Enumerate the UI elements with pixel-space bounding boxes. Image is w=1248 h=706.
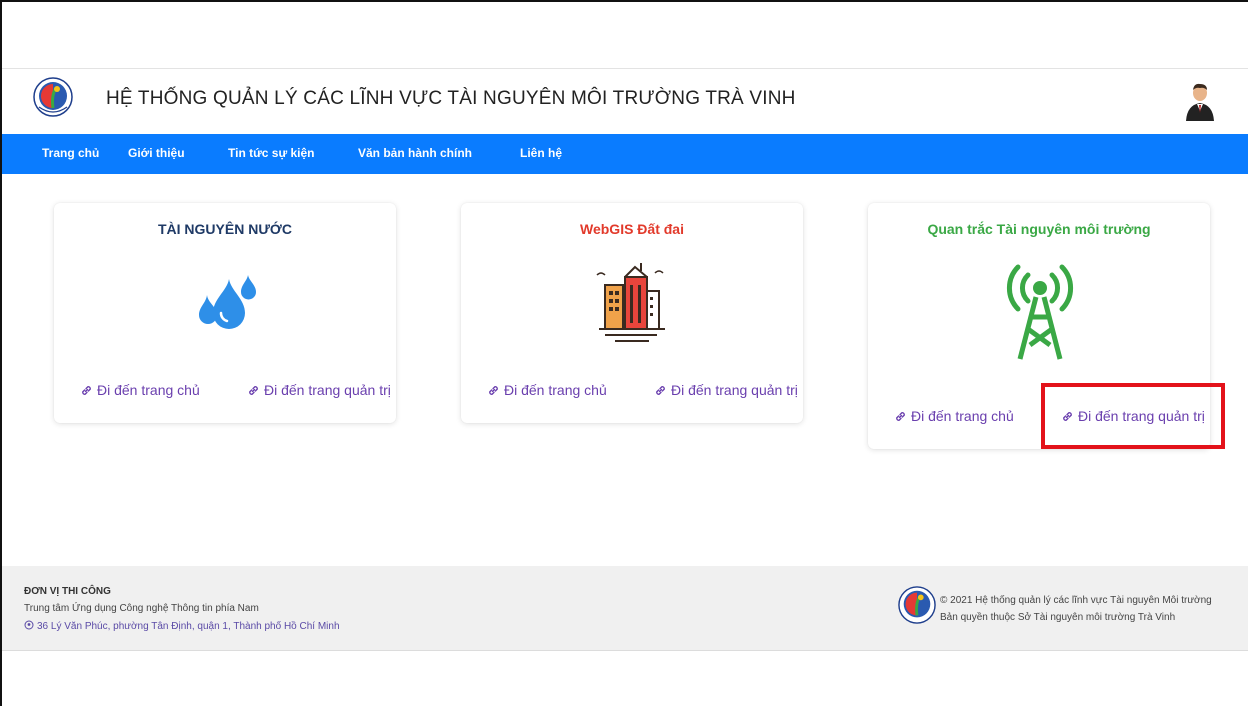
card-title-webgis: WebGIS Đất đai [580, 221, 684, 237]
card-title-water: TÀI NGUYÊN NƯỚC [157, 221, 292, 237]
highlight-box [1041, 383, 1225, 449]
footer-copyright: © 2021 Hệ thống quản lý các lĩnh vực Tài… [940, 595, 1212, 606]
link-icon [249, 386, 258, 395]
card-webgis-home-link[interactable]: Đi đến trang chủ [487, 382, 607, 398]
nav-item-home[interactable]: Trang chủ [42, 146, 99, 160]
footer-owner: Bản quyền thuộc Sở Tài nguyên môi trường… [940, 612, 1176, 623]
footer-address: 36 Lý Văn Phúc, phường Tân Định, quận 1,… [24, 620, 340, 632]
signal-tower-icon [1006, 264, 1074, 360]
link-icon [896, 412, 905, 421]
link-icon [82, 386, 91, 395]
card-webgis-admin-link[interactable]: Đi đến trang quản trị [654, 382, 798, 398]
nav-item-contact[interactable]: Liên hệ [520, 146, 562, 160]
nav-item-news[interactable]: Tin tức sự kiện [228, 146, 315, 160]
card-water-home-link[interactable]: Đi đến trang chủ [80, 382, 200, 398]
location-icon [24, 620, 34, 630]
main-navbar: Trang chủ Giới thiệu Tin tức sự kiện Văn… [2, 134, 1248, 174]
nav-item-about[interactable]: Giới thiệu [128, 146, 185, 160]
card-webgis-land: WebGIS Đất đai Đi đến trang chủ Đi đến t… [461, 203, 803, 423]
footer-address-text: 36 Lý Văn Phúc, phường Tân Định, quận 1,… [37, 621, 340, 632]
card-water-home-label: Đi đến trang chủ [97, 382, 200, 398]
footer-heading: ĐƠN VỊ THI CÔNG [24, 586, 111, 597]
water-drops-icon [199, 275, 256, 329]
card-water-resources: TÀI NGUYÊN NƯỚC Đi đến trang chủ Đi đến … [54, 203, 396, 423]
card-title-monitoring: Quan trắc Tài nguyên môi trường [927, 221, 1151, 237]
site-footer: ĐƠN VỊ THI CÔNG Trung tâm Ứng dụng Công … [2, 566, 1248, 651]
link-icon [489, 386, 498, 395]
frame-top-border [0, 0, 1248, 2]
user-avatar-icon[interactable] [1182, 81, 1218, 121]
card-water-admin-link[interactable]: Đi đến trang quản trị [247, 382, 391, 398]
card-monitoring-home-label: Đi đến trang chủ [911, 408, 1014, 424]
site-logo-icon[interactable] [33, 77, 73, 117]
site-header: HỆ THỐNG QUẢN LÝ CÁC LĨNH VỰC TÀI NGUYÊN… [2, 68, 1248, 135]
card-monitoring-home-link[interactable]: Đi đến trang chủ [894, 408, 1014, 424]
link-icon [656, 386, 665, 395]
card-webgis-home-label: Đi đến trang chủ [504, 382, 607, 398]
footer-logo-icon [898, 586, 936, 624]
card-water-admin-label: Đi đến trang quản trị [264, 382, 391, 398]
site-title: HỆ THỐNG QUẢN LÝ CÁC LĨNH VỰC TÀI NGUYÊN… [106, 88, 796, 109]
footer-org: Trung tâm Ứng dụng Công nghệ Thông tin p… [24, 603, 259, 614]
card-webgis-admin-label: Đi đến trang quản trị [671, 382, 798, 398]
nav-item-documents[interactable]: Văn bản hành chính [358, 146, 472, 160]
city-buildings-icon [596, 263, 665, 342]
